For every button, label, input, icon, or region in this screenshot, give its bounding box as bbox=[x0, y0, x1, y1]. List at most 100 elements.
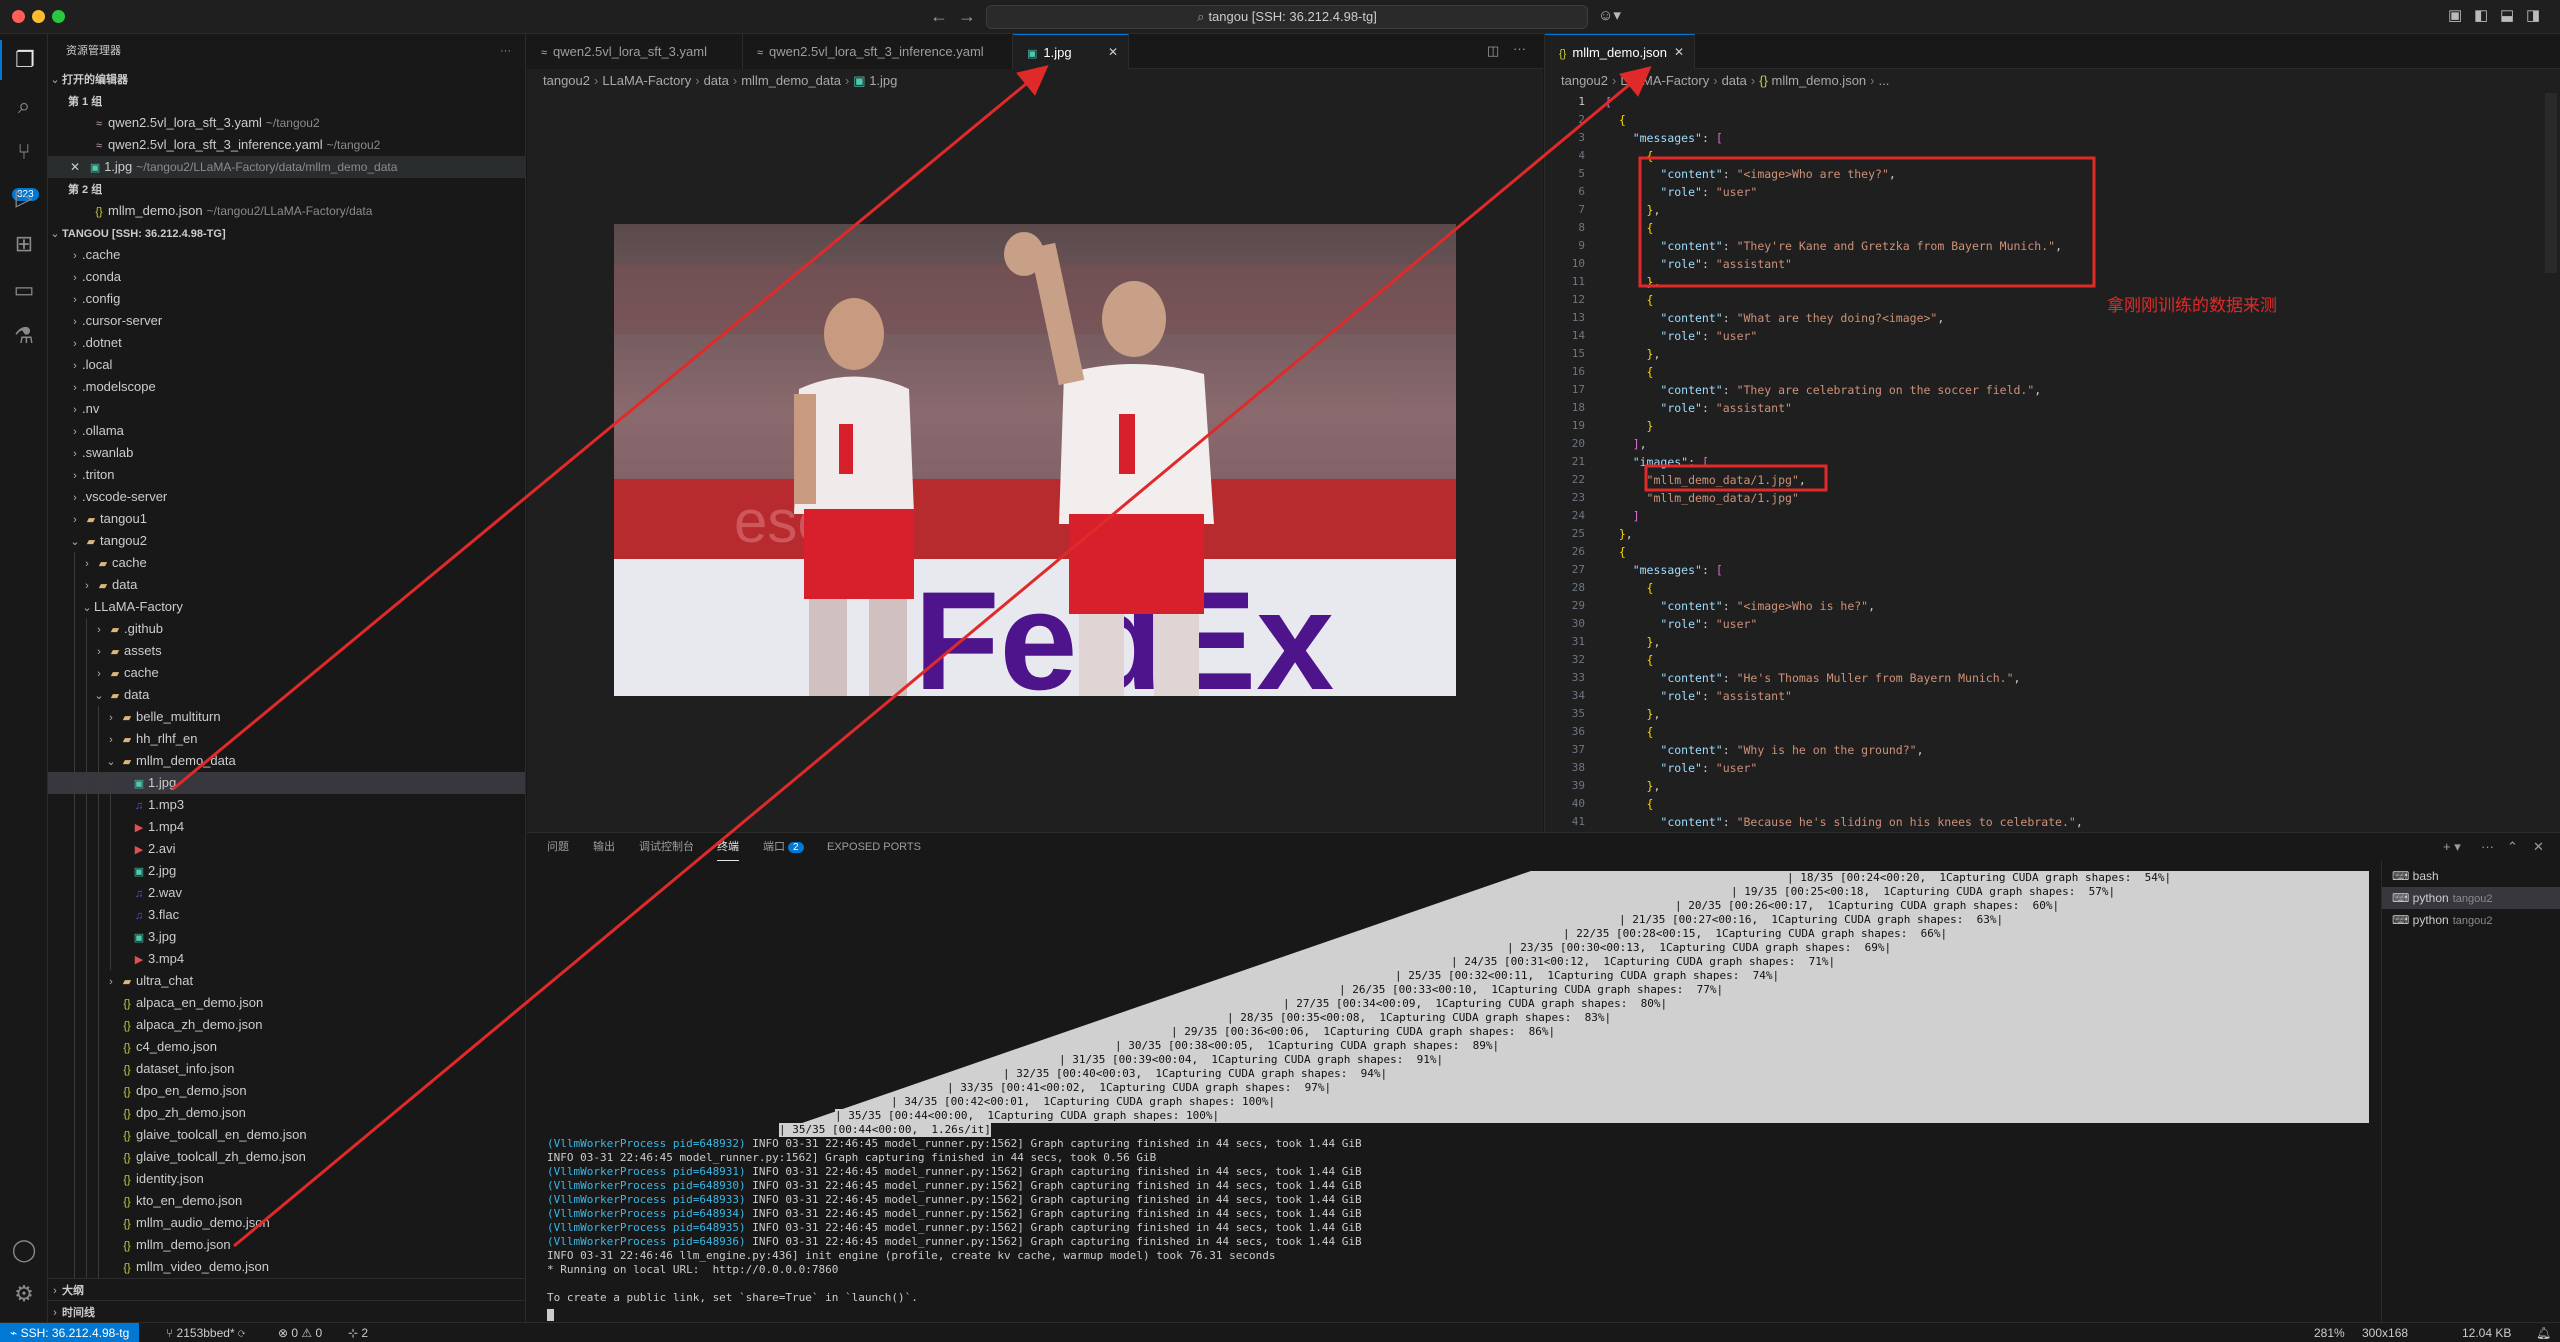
timeline-section[interactable]: › 时间线 bbox=[48, 1300, 525, 1322]
tree-file[interactable]: {} dpo_en_demo.json bbox=[48, 1080, 525, 1102]
tree-file[interactable]: {} glaive_toolcall_zh_demo.json bbox=[48, 1146, 525, 1168]
tree-folder[interactable]: › ▰ belle_multiturn bbox=[48, 706, 525, 728]
new-terminal-icon[interactable]: + ▾ bbox=[2443, 839, 2461, 855]
breadcrumb-item[interactable]: mllm_demo.json bbox=[1772, 73, 1867, 88]
tree-file[interactable]: {} identity.json bbox=[48, 1168, 525, 1190]
arrow-left-icon[interactable]: ← bbox=[930, 6, 948, 27]
split-editor-icon[interactable]: ◫ bbox=[1487, 43, 1499, 59]
terminal-item[interactable]: ⌨ python tangou2 bbox=[2382, 909, 2560, 931]
tree-folder[interactable]: › ▰ assets bbox=[48, 640, 525, 662]
close-icon[interactable]: ✕ bbox=[1108, 35, 1118, 70]
open-editors-section[interactable]: ⌄ 打开的编辑器 bbox=[48, 68, 525, 90]
problems-indicator[interactable]: ⊗ 0 ⚠ 0 bbox=[278, 1323, 322, 1342]
tree-file[interactable]: ♫ 2.wav bbox=[48, 882, 525, 904]
terminal-item[interactable]: ⌨ bash bbox=[2382, 865, 2560, 887]
search-icon[interactable]: ⌕ bbox=[0, 86, 48, 126]
open-editor-item[interactable]: ≈ qwen2.5vl_lora_sft_3_inference.yaml ~/ta… bbox=[48, 134, 525, 156]
layout-icon[interactable]: ▣ bbox=[2448, 6, 2462, 24]
tree-folder[interactable]: › .vscode-server bbox=[48, 486, 525, 508]
tree-file[interactable]: {} alpaca_en_demo.json bbox=[48, 992, 525, 1014]
tab-exposed-ports[interactable]: EXPOSED PORTS bbox=[827, 833, 921, 861]
maximize-panel-icon[interactable]: ⌃ bbox=[2507, 839, 2518, 855]
minimap-slider[interactable] bbox=[2545, 93, 2557, 273]
close-icon[interactable]: ✕ bbox=[2533, 839, 2544, 855]
tree-file[interactable]: {} kto_en_demo.json bbox=[48, 1190, 525, 1212]
tree-folder[interactable]: ⌄ ▰ tangou2 bbox=[48, 530, 525, 552]
tree-folder[interactable]: › .modelscope bbox=[48, 376, 525, 398]
more-actions-icon[interactable]: ··· bbox=[500, 34, 511, 68]
more-actions-icon[interactable]: ··· bbox=[2481, 839, 2494, 854]
tree-file[interactable]: {} mllm_video_demo.json bbox=[48, 1256, 525, 1278]
outline-section[interactable]: › 大纲 bbox=[48, 1278, 525, 1300]
tree-folder[interactable]: › ▰ tangou1 bbox=[48, 508, 525, 530]
tree-folder[interactable]: › .triton bbox=[48, 464, 525, 486]
window-close-button[interactable] bbox=[12, 10, 25, 23]
terminal-item-active[interactable]: ⌨ python tangou2 bbox=[2382, 887, 2560, 909]
breadcrumb-item[interactable]: tangou2 bbox=[543, 73, 590, 88]
ports-indicator[interactable]: ⊹ 2 bbox=[348, 1323, 368, 1342]
arrow-right-icon[interactable]: → bbox=[958, 6, 976, 27]
terminal-output[interactable]: | 18/35 [00:24<00:20, 1Capturing CUDA gr… bbox=[527, 871, 2377, 1323]
tree-folder[interactable]: › .conda bbox=[48, 266, 525, 288]
breadcrumb-item[interactable]: data bbox=[1722, 73, 1747, 88]
remote-indicator[interactable]: ⌁ SSH: 36.212.4.98-tg bbox=[0, 1323, 140, 1342]
open-editor-item[interactable]: ≈ qwen2.5vl_lora_sft_3.yaml ~/tangou2 bbox=[48, 112, 525, 134]
tree-file[interactable]: {} dpo_zh_demo.json bbox=[48, 1102, 525, 1124]
tab-image[interactable]: ▣ 1.jpg ✕ bbox=[1013, 34, 1129, 69]
command-center-search[interactable]: ⌕ tangou [SSH: 36.212.4.98-tg] bbox=[986, 5, 1588, 29]
tree-folder[interactable]: › ▰ .github bbox=[48, 618, 525, 640]
branch-indicator[interactable]: ⑂ 2153bbed* ⟳ bbox=[166, 1323, 245, 1342]
tree-folder[interactable]: › .dotnet bbox=[48, 332, 525, 354]
breadcrumb-item[interactable]: ... bbox=[1879, 73, 1890, 88]
tree-file[interactable]: ▶ 3.mp4 bbox=[48, 948, 525, 970]
tree-folder[interactable]: › .cursor-server bbox=[48, 310, 525, 332]
window-maximize-button[interactable] bbox=[52, 10, 65, 23]
open-editor-item[interactable]: {} mllm_demo.json ~/tangou2/LLaMA-Factory/… bbox=[48, 200, 525, 222]
more-actions-icon[interactable]: ··· bbox=[1513, 41, 1526, 56]
tree-file[interactable]: ▶ 2.avi bbox=[48, 838, 525, 860]
source-control-icon[interactable]: ⑂ bbox=[0, 132, 48, 172]
zoom-indicator[interactable]: 281% bbox=[2314, 1323, 2345, 1342]
flask-icon[interactable]: ⚗ bbox=[0, 316, 48, 356]
tree-file[interactable]: ▶ 1.mp4 bbox=[48, 816, 525, 838]
code-editor[interactable]: 1 [2 {3 "messages": [4 {5 "content": "<im… bbox=[1545, 93, 2560, 833]
tree-file[interactable]: {} glaive_toolcall_en_demo.json bbox=[48, 1124, 525, 1146]
tree-file[interactable]: {} dataset_info.json bbox=[48, 1058, 525, 1080]
breadcrumb-item[interactable]: tangou2 bbox=[1561, 73, 1608, 88]
tree-file[interactable]: {} mllm_demo.json bbox=[48, 1234, 525, 1256]
tab-yaml[interactable]: ≈ qwen2.5vl_lora_sft_3.yaml bbox=[527, 34, 743, 69]
tree-folder[interactable]: › .cache bbox=[48, 244, 525, 266]
tree-folder[interactable]: › ▰ cache bbox=[48, 552, 525, 574]
tree-folder[interactable]: ⌄ LLaMA-Factory bbox=[48, 596, 525, 618]
explorer-icon[interactable]: ❐ bbox=[0, 40, 48, 80]
toggle-secondary-sidebar-icon[interactable]: ◨ bbox=[2526, 6, 2540, 24]
tree-folder[interactable]: ⌄ ▰ mllm_demo_data bbox=[48, 750, 525, 772]
tree-folder[interactable]: › .ollama bbox=[48, 420, 525, 442]
extensions-icon[interactable]: ⊞ bbox=[0, 224, 48, 264]
tree-folder[interactable]: › ▰ ultra_chat bbox=[48, 970, 525, 992]
open-editor-item-active[interactable]: ✕ ▣ 1.jpg ~/tangou2/LLaMA-Factory/data/mllm… bbox=[48, 156, 525, 178]
account-icon[interactable]: ◯ bbox=[0, 1230, 48, 1270]
tab-debug-console[interactable]: 调试控制台 bbox=[639, 833, 694, 861]
bell-icon[interactable]: 🔔︎ bbox=[2536, 1323, 2551, 1342]
tree-file[interactable]: {} mllm_audio_demo.json bbox=[48, 1212, 525, 1234]
minimap[interactable] bbox=[2545, 93, 2557, 833]
breadcrumb-item[interactable]: LLaMA-Factory bbox=[602, 73, 691, 88]
window-minimize-button[interactable] bbox=[32, 10, 45, 23]
tree-folder[interactable]: › .swanlab bbox=[48, 442, 525, 464]
tree-folder[interactable]: ⌄ ▰ data bbox=[48, 684, 525, 706]
tree-file[interactable]: ▣ 1.jpg bbox=[48, 772, 525, 794]
tree-folder[interactable]: › ▰ hh_rlhf_en bbox=[48, 728, 525, 750]
tab-problems[interactable]: 问题 bbox=[547, 833, 569, 861]
toggle-panel-icon[interactable]: ⬓ bbox=[2500, 6, 2514, 24]
breadcrumb-item[interactable]: mllm_demo_data bbox=[741, 73, 841, 88]
gear-icon[interactable]: ⚙ bbox=[0, 1274, 48, 1314]
tree-file[interactable]: ♫ 3.flac bbox=[48, 904, 525, 926]
run-debug-icon[interactable]: ▷ bbox=[0, 178, 48, 218]
toggle-sidebar-icon[interactable]: ◧ bbox=[2474, 6, 2488, 24]
tree-file[interactable]: ♫ 1.mp3 bbox=[48, 794, 525, 816]
tree-file[interactable]: ▣ 3.jpg bbox=[48, 926, 525, 948]
tab-output[interactable]: 输出 bbox=[593, 833, 615, 861]
remote-explorer-icon[interactable]: ▭ bbox=[0, 270, 48, 310]
tab-inference-yaml[interactable]: ≈ qwen2.5vl_lora_sft_3_inference.yaml bbox=[743, 34, 1013, 69]
